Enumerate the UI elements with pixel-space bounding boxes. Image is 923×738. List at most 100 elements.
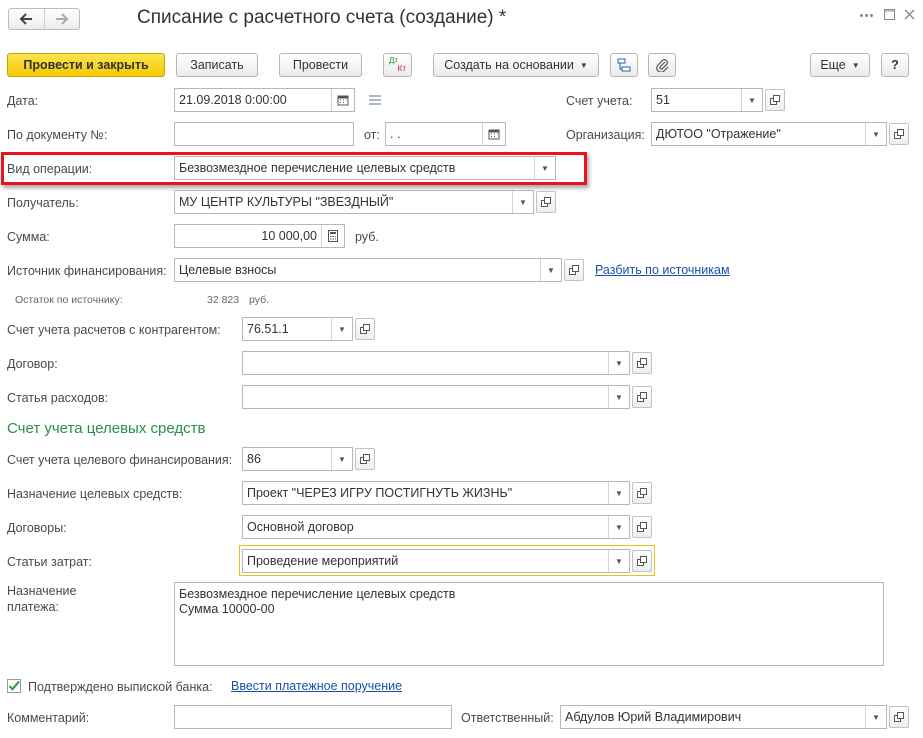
comment-field[interactable]	[174, 705, 452, 729]
recipient-field[interactable]: МУ ЦЕНТР КУЛЬТУРЫ "ЗВЕЗДНЫЙ" ▼	[174, 190, 534, 214]
structure-button[interactable]	[610, 53, 638, 77]
chevron-down-icon[interactable]: ▼	[741, 89, 762, 111]
funding-source-open-button[interactable]	[564, 259, 584, 281]
doc-number-field[interactable]	[174, 122, 354, 146]
forward-button[interactable]	[45, 9, 80, 29]
date-field[interactable]: 21.09.2018 0:00:00	[174, 88, 355, 112]
chevron-down-icon[interactable]: ▼	[865, 706, 886, 728]
comment-value	[175, 706, 451, 728]
expense-item-open-button[interactable]	[632, 386, 652, 408]
target-account-field[interactable]: 86 ▼	[242, 447, 353, 471]
cost-items-value: Проведение мероприятий	[247, 554, 399, 568]
settlement-account-open-button[interactable]	[355, 318, 375, 340]
responsible-field[interactable]: Абдулов Юрий Владимирович ▼	[560, 705, 887, 729]
back-button[interactable]	[9, 9, 45, 29]
arrow-left-icon	[19, 13, 33, 25]
settlement-account-value: 76.51.1	[247, 322, 289, 336]
page-title: Списание с расчетного счета (создание) *	[137, 7, 507, 28]
payment-purpose-line-2: Сумма 10000-00	[179, 602, 275, 616]
chevron-down-icon[interactable]: ▼	[540, 259, 561, 281]
purpose-open-button[interactable]	[632, 482, 652, 504]
chevron-down-icon[interactable]: ▼	[608, 482, 629, 504]
attach-button[interactable]	[648, 53, 676, 77]
dt-label: Дт	[389, 56, 399, 65]
calendar-icon[interactable]	[482, 123, 505, 145]
organization-label: Организация:	[566, 128, 645, 142]
responsible-open-button[interactable]	[889, 706, 909, 728]
open-icon	[569, 265, 579, 275]
cost-items-field[interactable]: Проведение мероприятий ▼	[242, 549, 630, 573]
account-open-button[interactable]	[765, 89, 785, 111]
help-button[interactable]: ?	[881, 53, 909, 77]
open-icon	[637, 392, 647, 402]
organization-value: ДЮТОО "Отражение"	[656, 127, 781, 141]
contracts-field[interactable]: Основной договор ▼	[242, 515, 630, 539]
contract-open-button[interactable]	[632, 352, 652, 374]
organization-field[interactable]: ДЮТОО "Отражение" ▼	[651, 122, 887, 146]
doc-from-value: . .	[390, 127, 401, 141]
purpose-field[interactable]: Проект "ЧЕРЕЗ ИГРУ ПОСТИГНУТЬ ЖИЗНЬ" ▼	[242, 481, 630, 505]
open-icon	[360, 454, 370, 464]
comment-label: Комментарий:	[7, 711, 90, 725]
settlement-account-label: Счет учета расчетов с контрагентом:	[7, 323, 221, 337]
expense-item-field[interactable]: ▼	[242, 385, 630, 409]
post-button[interactable]: Провести	[279, 53, 362, 77]
chevron-down-icon: ▼	[579, 60, 588, 70]
enter-payment-order-link[interactable]: Ввести платежное поручение	[231, 679, 402, 693]
chevron-down-icon[interactable]: ▼	[331, 318, 352, 340]
amount-field[interactable]: 10 000,00	[174, 224, 345, 248]
chevron-down-icon[interactable]: ▼	[865, 123, 886, 145]
amount-unit: руб.	[355, 230, 379, 244]
cost-items-label: Статьи затрат:	[7, 555, 92, 569]
target-account-label: Счет учета целевого финансирования:	[7, 453, 233, 467]
recipient-label: Получатель:	[7, 196, 79, 210]
open-icon	[637, 358, 647, 368]
calculator-icon[interactable]	[321, 225, 344, 247]
split-by-sources-link[interactable]: Разбить по источникам	[595, 263, 730, 277]
recipient-open-button[interactable]	[536, 191, 556, 213]
chevron-down-icon[interactable]: ▼	[608, 516, 629, 538]
target-account-value: 86	[247, 452, 261, 466]
account-value: 51	[656, 93, 670, 107]
confirmed-checkbox[interactable]	[7, 679, 21, 693]
paperclip-icon	[656, 59, 669, 72]
target-account-open-button[interactable]	[355, 448, 375, 470]
more-button[interactable]: Еще ▼	[810, 53, 870, 77]
contracts-open-button[interactable]	[632, 516, 652, 538]
cost-items-open-button[interactable]	[632, 550, 652, 572]
chevron-down-icon[interactable]: ▼	[534, 157, 555, 179]
maximize-icon[interactable]	[884, 9, 895, 20]
chevron-down-icon[interactable]: ▼	[608, 352, 629, 374]
create-based-on-button[interactable]: Создать на основании ▼	[433, 53, 599, 77]
calendar-icon[interactable]	[331, 89, 354, 111]
save-button[interactable]: Записать	[176, 53, 258, 77]
funding-source-field[interactable]: Целевые взносы ▼	[174, 258, 562, 282]
funding-source-value: Целевые взносы	[179, 263, 277, 277]
open-icon	[894, 129, 904, 139]
chevron-down-icon[interactable]: ▼	[331, 448, 352, 470]
settlement-account-field[interactable]: 76.51.1 ▼	[242, 317, 353, 341]
organization-open-button[interactable]	[889, 123, 909, 145]
chevron-down-icon[interactable]: ▼	[608, 550, 629, 572]
account-field[interactable]: 51 ▼	[651, 88, 763, 112]
more-dots-icon[interactable]	[860, 14, 874, 18]
open-icon	[894, 712, 904, 722]
close-icon[interactable]	[904, 9, 915, 20]
expense-item-value	[243, 386, 608, 408]
create-based-on-label: Создать на основании	[444, 58, 574, 72]
chevron-down-icon[interactable]: ▼	[512, 191, 533, 213]
dt-kt-button[interactable]: Дт Кт	[383, 53, 412, 77]
amount-value: 10 000,00	[261, 229, 317, 243]
responsible-value: Абдулов Юрий Владимирович	[565, 710, 742, 724]
contract-field[interactable]: ▼	[242, 351, 630, 375]
history-icon[interactable]	[368, 95, 382, 105]
chevron-down-icon[interactable]: ▼	[608, 386, 629, 408]
payment-purpose-textarea[interactable]: Безвозмездное перечисление целевых средс…	[174, 582, 884, 666]
doc-number-value	[175, 123, 353, 145]
nav-buttons	[8, 8, 80, 30]
amount-label: Сумма:	[7, 230, 50, 244]
doc-from-field[interactable]: . .	[385, 122, 506, 146]
doc-from-label: от:	[364, 128, 380, 142]
post-and-close-button[interactable]: Провести и закрыть	[7, 53, 165, 77]
operation-field[interactable]: Безвозмездное перечисление целевых средс…	[174, 156, 556, 180]
